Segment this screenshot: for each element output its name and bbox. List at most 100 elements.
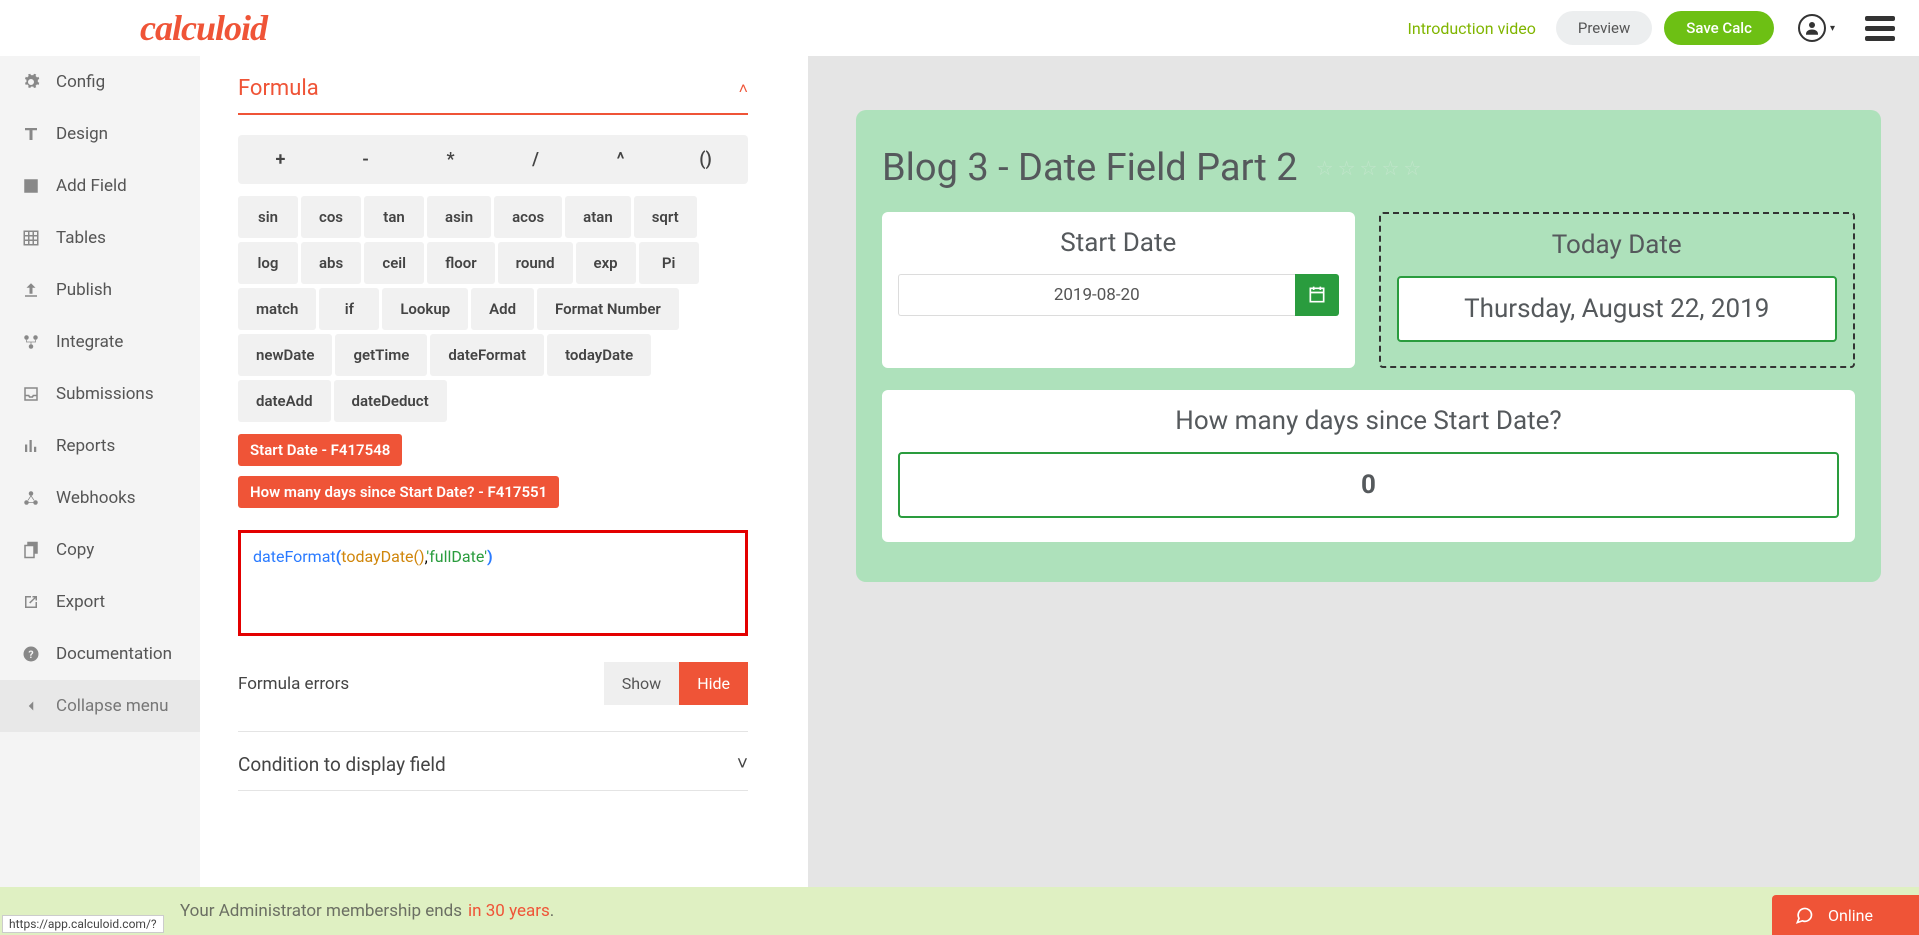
save-button[interactable]: Save Calc <box>1664 11 1774 45</box>
formula-editor[interactable]: dateFormat(todayDate(),'fullDate') <box>238 530 748 636</box>
token-close: ) <box>487 547 493 566</box>
start-date-input[interactable] <box>898 274 1295 316</box>
hide-errors-button[interactable]: Hide <box>679 662 748 705</box>
op-power[interactable]: ^ <box>578 135 663 184</box>
days-since-value: 0 <box>898 452 1839 518</box>
fn-datededuct[interactable]: dateDeduct <box>334 380 447 422</box>
sidebar-item-collapse[interactable]: Collapse menu <box>0 680 200 732</box>
brand-logo[interactable]: calculoid <box>140 7 267 49</box>
fn-ceil[interactable]: ceil <box>364 242 424 284</box>
integrate-icon <box>22 333 40 351</box>
fn-asin[interactable]: asin <box>427 196 491 238</box>
op-plus[interactable]: + <box>238 135 323 184</box>
fn-if[interactable]: if <box>319 288 379 330</box>
function-grid: sin cos tan asin acos atan sqrt log abs … <box>238 194 748 424</box>
plus-square-icon <box>22 177 40 195</box>
sidebar-item-label: Copy <box>56 540 94 560</box>
sidebar-item-documentation[interactable]: ? Documentation <box>0 628 200 680</box>
fn-cos[interactable]: cos <box>301 196 361 238</box>
op-divide[interactable]: / <box>493 135 578 184</box>
condition-label: Condition to display field <box>238 753 446 776</box>
sidebar-item-label: Publish <box>56 280 112 300</box>
fn-dateadd[interactable]: dateAdd <box>238 380 331 422</box>
formula-section-title: Formula <box>238 76 319 101</box>
sidebar-item-publish[interactable]: Publish <box>0 264 200 316</box>
op-multiply[interactable]: * <box>408 135 493 184</box>
preview-button[interactable]: Preview <box>1556 11 1652 45</box>
condition-section-header[interactable]: Condition to display field ˅ <box>238 752 748 791</box>
date-picker-button[interactable] <box>1295 274 1339 316</box>
days-since-label: How many days since Start Date? <box>898 406 1839 436</box>
sidebar-item-label: Design <box>56 124 108 144</box>
token-call: todayDate() <box>341 547 424 566</box>
fn-dateformat[interactable]: dateFormat <box>430 334 544 376</box>
star-icon: ☆ <box>1381 156 1399 180</box>
sidebar-item-label: Submissions <box>56 384 154 404</box>
upload-icon <box>22 281 40 299</box>
calendar-icon <box>1307 285 1327 305</box>
field-ref-start-date[interactable]: Start Date - F417548 <box>238 434 402 466</box>
menu-icon[interactable] <box>1865 16 1895 41</box>
today-date-label: Today Date <box>1397 230 1838 260</box>
sidebar-item-integrate[interactable]: Integrate <box>0 316 200 368</box>
table-icon <box>22 229 40 247</box>
copy-icon <box>22 541 40 559</box>
svg-text:?: ? <box>28 648 33 661</box>
fn-round[interactable]: round <box>498 242 573 284</box>
show-errors-button[interactable]: Show <box>604 662 679 705</box>
membership-dot: . <box>550 901 554 921</box>
op-minus[interactable]: - <box>323 135 408 184</box>
fn-match[interactable]: match <box>238 288 316 330</box>
fn-add[interactable]: Add <box>471 288 534 330</box>
sidebar-item-label: Add Field <box>56 176 127 196</box>
chat-widget[interactable]: Online <box>1772 895 1919 935</box>
sidebar-item-add-field[interactable]: Add Field <box>0 160 200 212</box>
bar-chart-icon <box>22 437 40 455</box>
fn-abs[interactable]: abs <box>301 242 361 284</box>
today-date-panel[interactable]: Today Date Thursday, August 22, 2019 <box>1379 212 1856 368</box>
fn-gettime[interactable]: getTime <box>335 334 427 376</box>
fn-floor[interactable]: floor <box>427 242 494 284</box>
user-menu[interactable]: ▾ <box>1798 14 1835 42</box>
fn-newdate[interactable]: newDate <box>238 334 332 376</box>
fn-atan[interactable]: atan <box>565 196 631 238</box>
fn-exp[interactable]: exp <box>576 242 636 284</box>
fn-acos[interactable]: acos <box>494 196 562 238</box>
sidebar-item-config[interactable]: Config <box>0 56 200 108</box>
chevron-down-icon: ˅ <box>737 752 748 776</box>
export-icon <box>22 593 40 611</box>
sidebar-item-copy[interactable]: Copy <box>0 524 200 576</box>
sidebar-item-label: Export <box>56 592 105 612</box>
chevron-up-icon: ˄ <box>739 79 748 99</box>
sidebar-item-label: Webhooks <box>56 488 136 508</box>
membership-bar: Your Administrator membership ends in 30… <box>0 887 1919 935</box>
chevron-left-icon <box>22 697 40 715</box>
start-date-panel: Start Date <box>882 212 1355 368</box>
fn-log[interactable]: log <box>238 242 298 284</box>
fn-lookup[interactable]: Lookup <box>382 288 468 330</box>
sidebar-item-export[interactable]: Export <box>0 576 200 628</box>
rating-stars[interactable]: ☆ ☆ ☆ ☆ ☆ <box>1316 156 1422 180</box>
sidebar-item-design[interactable]: Design <box>0 108 200 160</box>
sidebar-item-label: Tables <box>56 228 106 248</box>
sidebar-item-reports[interactable]: Reports <box>0 420 200 472</box>
intro-video-link[interactable]: Introduction video <box>1408 19 1536 38</box>
fn-sqrt[interactable]: sqrt <box>634 196 697 238</box>
fn-pi[interactable]: Pi <box>639 242 699 284</box>
sidebar-item-webhooks[interactable]: Webhooks <box>0 472 200 524</box>
chat-label: Online <box>1828 906 1873 925</box>
fn-sin[interactable]: sin <box>238 196 298 238</box>
fn-tan[interactable]: tan <box>364 196 424 238</box>
formula-section-header[interactable]: Formula ˄ <box>238 76 748 115</box>
today-date-value: Thursday, August 22, 2019 <box>1397 276 1838 342</box>
chat-icon <box>1794 905 1814 925</box>
op-parens[interactable]: () <box>663 135 748 184</box>
field-ref-days-since[interactable]: How many days since Start Date? - F41755… <box>238 476 559 508</box>
status-url: https://app.calculoid.com/? <box>2 915 164 933</box>
fn-todaydate[interactable]: todayDate <box>547 334 651 376</box>
topbar: calculoid Introduction video Preview Sav… <box>0 0 1919 56</box>
fn-format-number[interactable]: Format Number <box>537 288 679 330</box>
sidebar-item-tables[interactable]: Tables <box>0 212 200 264</box>
sidebar-item-submissions[interactable]: Submissions <box>0 368 200 420</box>
user-icon <box>1798 14 1826 42</box>
